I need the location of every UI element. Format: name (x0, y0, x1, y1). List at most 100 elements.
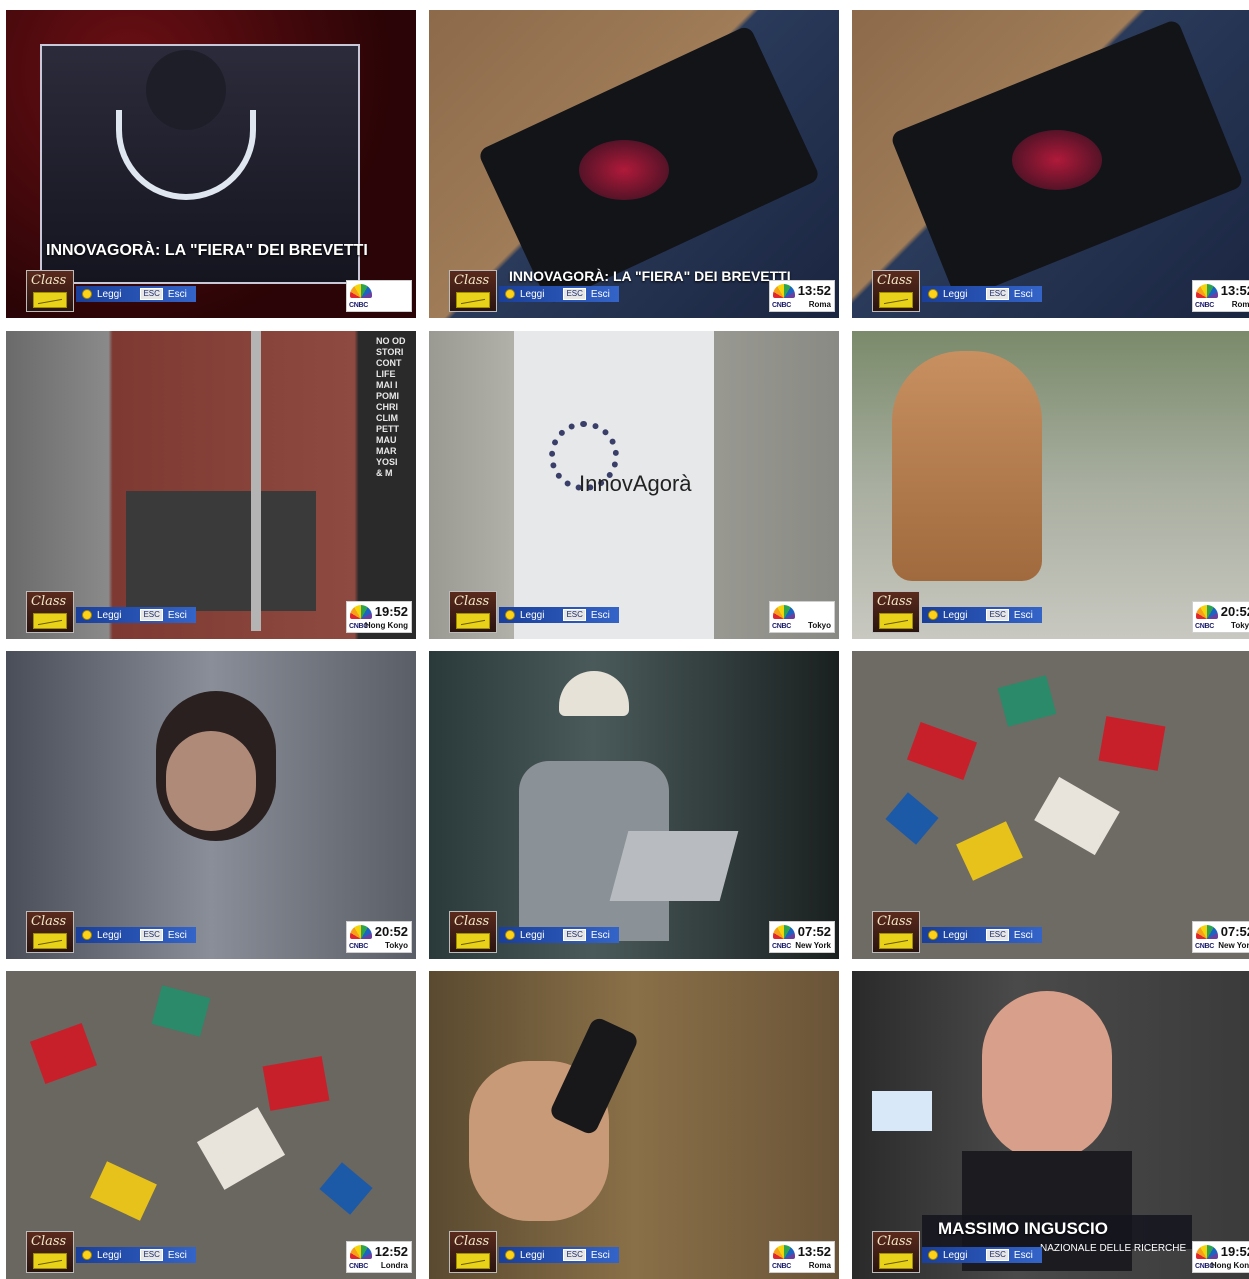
esc-key[interactable]: ESC (140, 929, 163, 941)
yellow-dot-icon (82, 1250, 92, 1260)
esc-key[interactable]: ESC (563, 288, 586, 300)
cnbc-badge: CNBC19:52Hong Kong (346, 601, 412, 633)
cnbc-badge: CNBC13:52Roma (769, 280, 835, 312)
clock-city: Tokyo (1231, 621, 1249, 630)
mail-envelope-icon (879, 933, 913, 949)
cnbc-badge: CNBC19:52Hong Kong (1192, 1241, 1249, 1273)
class-logo: Class (26, 911, 74, 953)
esc-key[interactable]: ESC (986, 288, 1009, 300)
mail-envelope-icon (456, 1253, 490, 1269)
yellow-dot-icon (928, 610, 938, 620)
clock-time: 20:52 (1220, 604, 1249, 619)
ticker-strip: Leggi ESC Esci (922, 607, 1042, 623)
leggi-button[interactable]: Leggi (520, 1250, 544, 1261)
clock-city: Hong Kong (1210, 1261, 1249, 1270)
esc-key[interactable]: ESC (563, 1249, 586, 1261)
leggi-button[interactable]: Leggi (97, 1250, 121, 1261)
video-frame-5[interactable]: InnovAgorà Class Leggi ESC Esci CNBC Tokyo (429, 331, 839, 639)
yellow-dot-icon (928, 930, 938, 940)
banner-title: InnovAgorà (579, 471, 692, 496)
clock-time: 20:52 (374, 924, 408, 939)
leggi-button[interactable]: Leggi (97, 289, 121, 300)
video-frame-1[interactable]: INNOVAGORÀ: LA "FIERA" DEI BREVETTI Clas… (6, 10, 416, 318)
esci-label: Esci (167, 609, 187, 621)
mail-envelope-icon (879, 1253, 913, 1269)
leggi-button[interactable]: Leggi (943, 1250, 967, 1261)
ticker-strip: Leggi ESC Esci (499, 1247, 619, 1263)
yellow-dot-icon (82, 289, 92, 299)
clock-city: New York (1218, 941, 1249, 950)
peacock-logo-icon (1196, 605, 1218, 619)
cnbc-badge: CNBC 12:52 Londra (346, 1241, 412, 1273)
leggi-button[interactable]: Leggi (943, 610, 967, 621)
esci-label: Esci (1013, 1249, 1033, 1261)
building-side-text: NO OD STORI CONT LIFE MAI I POMI CHRI CL… (376, 336, 406, 478)
class-logo: Class (26, 1231, 74, 1273)
esc-key[interactable]: ESC (140, 1249, 163, 1261)
peacock-logo-icon (350, 284, 372, 298)
esci-label: Esci (590, 929, 610, 941)
leggi-button[interactable]: Leggi (520, 610, 544, 621)
video-frame-7[interactable]: Class Leggi ESC Esci CNBC 20:52 Tokyo (6, 651, 416, 959)
ticker-strip: Leggi ESC Esci (76, 607, 196, 623)
news-caption: INNOVAGORÀ: LA "FIERA" DEI BREVETTI (46, 242, 368, 259)
esci-label: Esci (167, 288, 187, 300)
clock-time: 19:52 (1220, 1244, 1249, 1259)
esc-key[interactable]: ESC (140, 288, 163, 300)
yellow-dot-icon (82, 930, 92, 940)
cnbc-badge: CNBC20:52Tokyo (346, 921, 412, 953)
video-frame-9[interactable]: Class LeggiESCEsci CNBC07:52New York (852, 651, 1249, 959)
esc-key[interactable]: ESC (563, 929, 586, 941)
ticker-strip: Leggi ESC Esci (76, 1247, 196, 1263)
peacock-logo-icon (773, 284, 795, 298)
esci-label: Esci (1013, 929, 1033, 941)
video-frame-6[interactable]: Class LeggiESCEsci CNBC20:52Tokyo (852, 331, 1249, 639)
leggi-button[interactable]: Leggi (97, 930, 121, 941)
video-frame-2[interactable]: INNOVAGORÀ: LA "FIERA" DEI BREVETTI Clas… (429, 10, 839, 318)
esci-label: Esci (167, 929, 187, 941)
esc-key[interactable]: ESC (986, 929, 1009, 941)
clock-city: Tokyo (808, 621, 831, 630)
leggi-button[interactable]: Leggi (97, 610, 121, 621)
video-frame-8[interactable]: Class Leggi ESC Esci CNBC 07:52 New York (429, 651, 839, 959)
esc-key[interactable]: ESC (986, 1249, 1009, 1261)
ticker-strip: Leggi ESC Esci (76, 927, 196, 943)
leggi-button[interactable]: Leggi (943, 930, 967, 941)
esc-key[interactable]: ESC (986, 609, 1009, 621)
esc-key[interactable]: ESC (563, 609, 586, 621)
class-logo: Class (449, 911, 497, 953)
clock-city: New York (795, 941, 831, 950)
ticker-strip: Leggi ESC Esci (499, 927, 619, 943)
mail-envelope-icon (879, 613, 913, 629)
video-frame-11[interactable]: Class Leggi ESC Esci CNBC 13:52 Roma (429, 971, 839, 1279)
yellow-dot-icon (82, 610, 92, 620)
cnbc-badge: CNBC13:52Roma (1192, 280, 1249, 312)
esci-label: Esci (590, 609, 610, 621)
video-frame-12[interactable]: MASSIMO INGUSCIO NAZIONALE DELLE RICERCH… (852, 971, 1249, 1279)
leggi-button[interactable]: Leggi (943, 289, 967, 300)
video-frame-4[interactable]: Class Leggi ESC Esci CNBC 19:52 Hong Kong (6, 331, 416, 639)
ticker-strip: Leggi ESC Esci (76, 286, 196, 302)
esci-label: Esci (590, 288, 610, 300)
cnbc-badge: CNBC (346, 280, 412, 312)
ticker-strip: Leggi ESC Esci (499, 607, 619, 623)
mail-envelope-icon (456, 292, 490, 308)
esc-key[interactable]: ESC (140, 609, 163, 621)
yellow-dot-icon (505, 1250, 515, 1260)
clock-city: Londra (380, 1261, 408, 1270)
video-frame-10[interactable]: Class Leggi ESC Esci CNBC 12:52 Londra (6, 971, 416, 1279)
interviewee-name: MASSIMO INGUSCIO (938, 1219, 1109, 1238)
clock-time: 13:52 (797, 283, 831, 298)
yellow-dot-icon (505, 610, 515, 620)
mail-envelope-icon (879, 292, 913, 308)
video-frame-3[interactable]: Class LeggiESCEsci CNBC13:52Roma (852, 10, 1249, 318)
mail-envelope-icon (33, 292, 67, 308)
peacock-logo-icon (773, 605, 795, 619)
clock-time: 19:52 (374, 604, 408, 619)
ticker-strip: Leggi ESC Esci (922, 1247, 1042, 1263)
leggi-button[interactable]: Leggi (520, 289, 544, 300)
mail-envelope-icon (33, 933, 67, 949)
peacock-logo-icon (1196, 284, 1218, 298)
class-logo: Class (26, 270, 74, 312)
leggi-button[interactable]: Leggi (520, 930, 544, 941)
